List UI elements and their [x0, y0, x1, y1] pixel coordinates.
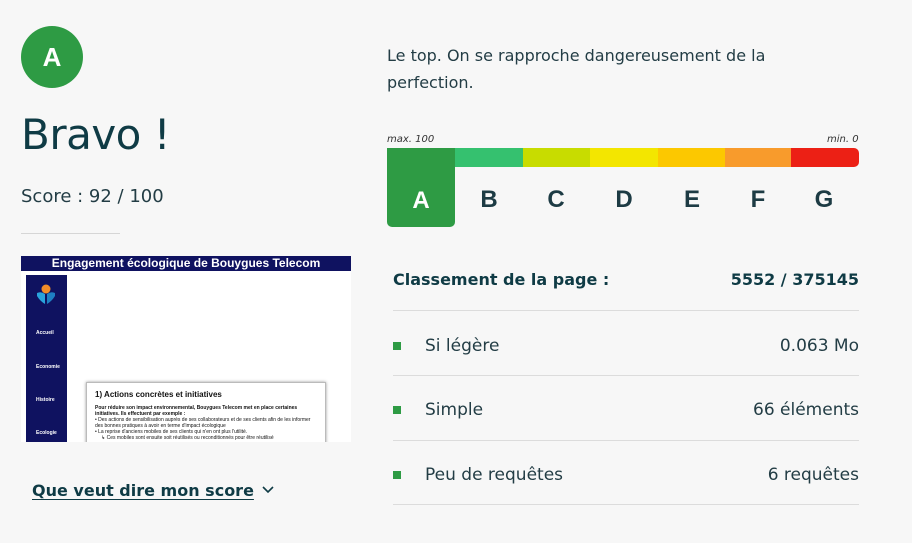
divider — [393, 440, 859, 441]
scale-max-label: max. 100 — [387, 134, 435, 145]
preview-content-card: 1) Actions concrètes et initiatives Pour… — [86, 382, 326, 442]
bullet-icon — [393, 471, 401, 479]
score-text: Score : 92 / 100 — [21, 186, 164, 207]
grade-scale-letter: D — [615, 186, 633, 213]
metric-row-weight: Si légère 0.063 Mo — [393, 336, 859, 356]
grade-scale-segment-g — [791, 148, 859, 167]
chevron-down-icon — [262, 485, 274, 493]
ranking-row: Classement de la page : 5552 / 375145 — [393, 270, 859, 289]
metric-label: Simple — [425, 400, 484, 420]
preview-sidebar-item: Histoire — [36, 397, 55, 403]
bullet-icon — [393, 406, 401, 414]
preview-sidebar-item: Ecologie — [36, 430, 57, 436]
grade-scale-letter: E — [683, 186, 700, 213]
grade-scale-letter: C — [547, 186, 565, 213]
score-link-label: Que veut dire mon score — [32, 481, 254, 500]
preview-sidebar-item: Accueil — [36, 330, 54, 336]
grade-scale-segment-e — [658, 148, 725, 167]
grade-badge: A — [21, 26, 83, 88]
grade-scale-segment-c — [523, 148, 590, 167]
preview-sidebar: Accueil Economie Histoire Ecologie — [26, 275, 67, 442]
metric-label: Peu de requêtes — [425, 465, 564, 485]
grade-scale-letter: G — [814, 186, 834, 213]
divider — [393, 375, 859, 376]
page-title: Bravo ! — [21, 110, 171, 159]
grade-scale-bar — [387, 148, 859, 167]
preview-card-item: • Des actions de sensibilisation auprès … — [95, 417, 311, 429]
metric-value: 6 requêtes — [767, 465, 859, 485]
grade-scale-letter: F — [750, 186, 766, 213]
metric-row-requests: Peu de requêtes 6 requêtes — [393, 465, 859, 485]
grade-scale-segment-b — [455, 148, 523, 167]
grade-description: Le top. On se rapproche dangereusement d… — [387, 46, 766, 92]
divider — [393, 310, 859, 311]
grade-scale-active: A — [387, 148, 455, 227]
divider — [393, 504, 859, 505]
metric-label: Si légère — [425, 336, 500, 356]
preview-card-intro: Pour réduire son impact environnemental,… — [95, 405, 298, 417]
divider — [21, 233, 120, 234]
preview-sidebar-item: Economie — [36, 364, 60, 370]
preview-title: Engagement écologique de Bouygues Teleco… — [21, 256, 351, 271]
grade-scale-segment-d — [590, 148, 658, 167]
bouygues-logo-icon — [37, 284, 55, 304]
ranking-value: 5552 / 375145 — [730, 270, 859, 289]
preview-card-item: ↳ Ces mobiles sont ensuite soit réutilis… — [101, 435, 274, 441]
preview-card-heading: 1) Actions concrètes et initiatives — [95, 390, 222, 399]
score-explanation-link[interactable]: Que veut dire mon score — [32, 481, 274, 500]
metric-row-elements: Simple 66 éléments — [393, 400, 859, 420]
page-screenshot-preview: Engagement écologique de Bouygues Teleco… — [21, 256, 351, 442]
metric-value: 66 éléments — [753, 400, 859, 420]
bullet-icon — [393, 342, 401, 350]
metric-value: 0.063 Mo — [779, 336, 859, 356]
grade-scale-segment-f — [725, 148, 791, 167]
scale-min-label: min. 0 — [827, 134, 859, 145]
ranking-label: Classement de la page : — [393, 270, 610, 289]
grade-scale-letter: B — [480, 186, 498, 213]
